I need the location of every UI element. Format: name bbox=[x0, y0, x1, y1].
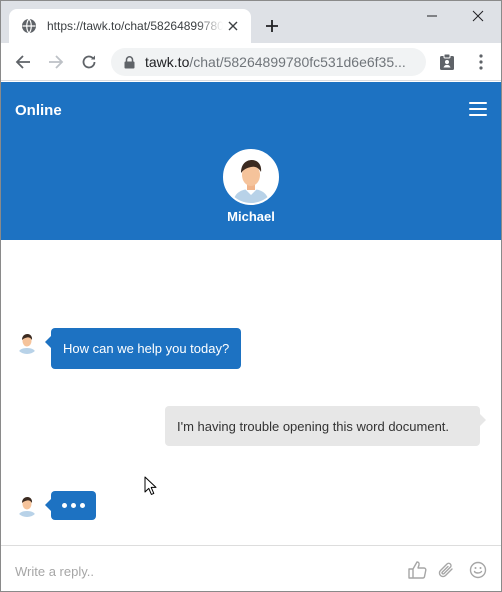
maximize-icon[interactable] bbox=[411, 1, 457, 31]
browser-tab[interactable]: https://tawk.to/chat/58264899780fc531d6e… bbox=[9, 9, 251, 43]
status-label: Online bbox=[15, 102, 62, 119]
agent-name: Michael bbox=[227, 209, 275, 224]
clipboard-icon[interactable] bbox=[435, 50, 459, 74]
typing-dots bbox=[62, 503, 85, 508]
typing-indicator bbox=[45, 491, 96, 520]
agent-message-text: How can we help you today? bbox=[63, 341, 230, 356]
emoji-icon[interactable] bbox=[468, 560, 488, 580]
back-arrow-icon[interactable] bbox=[11, 50, 35, 74]
mouse-cursor-icon bbox=[144, 476, 158, 496]
agent-avatar-small bbox=[15, 330, 39, 354]
url-text[interactable]: tawk.to/chat/58264899780fc531d6e6f35... bbox=[145, 54, 415, 70]
menu-icon[interactable] bbox=[469, 102, 487, 118]
reply-composer bbox=[1, 545, 501, 591]
reply-input[interactable] bbox=[15, 560, 375, 582]
close-window-icon[interactable] bbox=[455, 1, 501, 31]
lock-icon[interactable] bbox=[123, 55, 135, 69]
forward-arrow-icon[interactable] bbox=[44, 50, 68, 74]
plus-icon[interactable] bbox=[261, 15, 283, 37]
globe-icon bbox=[21, 18, 37, 34]
more-vert-icon[interactable] bbox=[469, 50, 493, 74]
message-list: How can we help you today? I'm having tr… bbox=[1, 240, 501, 545]
close-icon[interactable] bbox=[225, 18, 241, 34]
visitor-message-bubble: I'm having trouble opening this word doc… bbox=[165, 406, 486, 446]
agent-message-bubble: How can we help you today? bbox=[44, 328, 242, 369]
tab-title: https://tawk.to/chat/58264899780fc531d6e… bbox=[47, 19, 223, 33]
thumbs-up-icon[interactable] bbox=[408, 560, 428, 580]
visitor-message-text: I'm having trouble opening this word doc… bbox=[177, 418, 450, 434]
reload-icon[interactable] bbox=[77, 50, 101, 74]
agent-avatar-small bbox=[15, 493, 39, 517]
tab-strip: https://tawk.to/chat/58264899780fc531d6e… bbox=[1, 1, 501, 43]
address-bar[interactable]: tawk.to/chat/58264899780fc531d6e6f35... bbox=[111, 48, 426, 76]
chat-header: Online Michael bbox=[1, 82, 501, 240]
browser-window: https://tawk.to/chat/58264899780fc531d6e… bbox=[0, 0, 502, 592]
browser-toolbar: tawk.to/chat/58264899780fc531d6e6f35... bbox=[1, 43, 501, 81]
agent-avatar bbox=[223, 149, 279, 205]
paperclip-icon[interactable] bbox=[437, 560, 457, 580]
